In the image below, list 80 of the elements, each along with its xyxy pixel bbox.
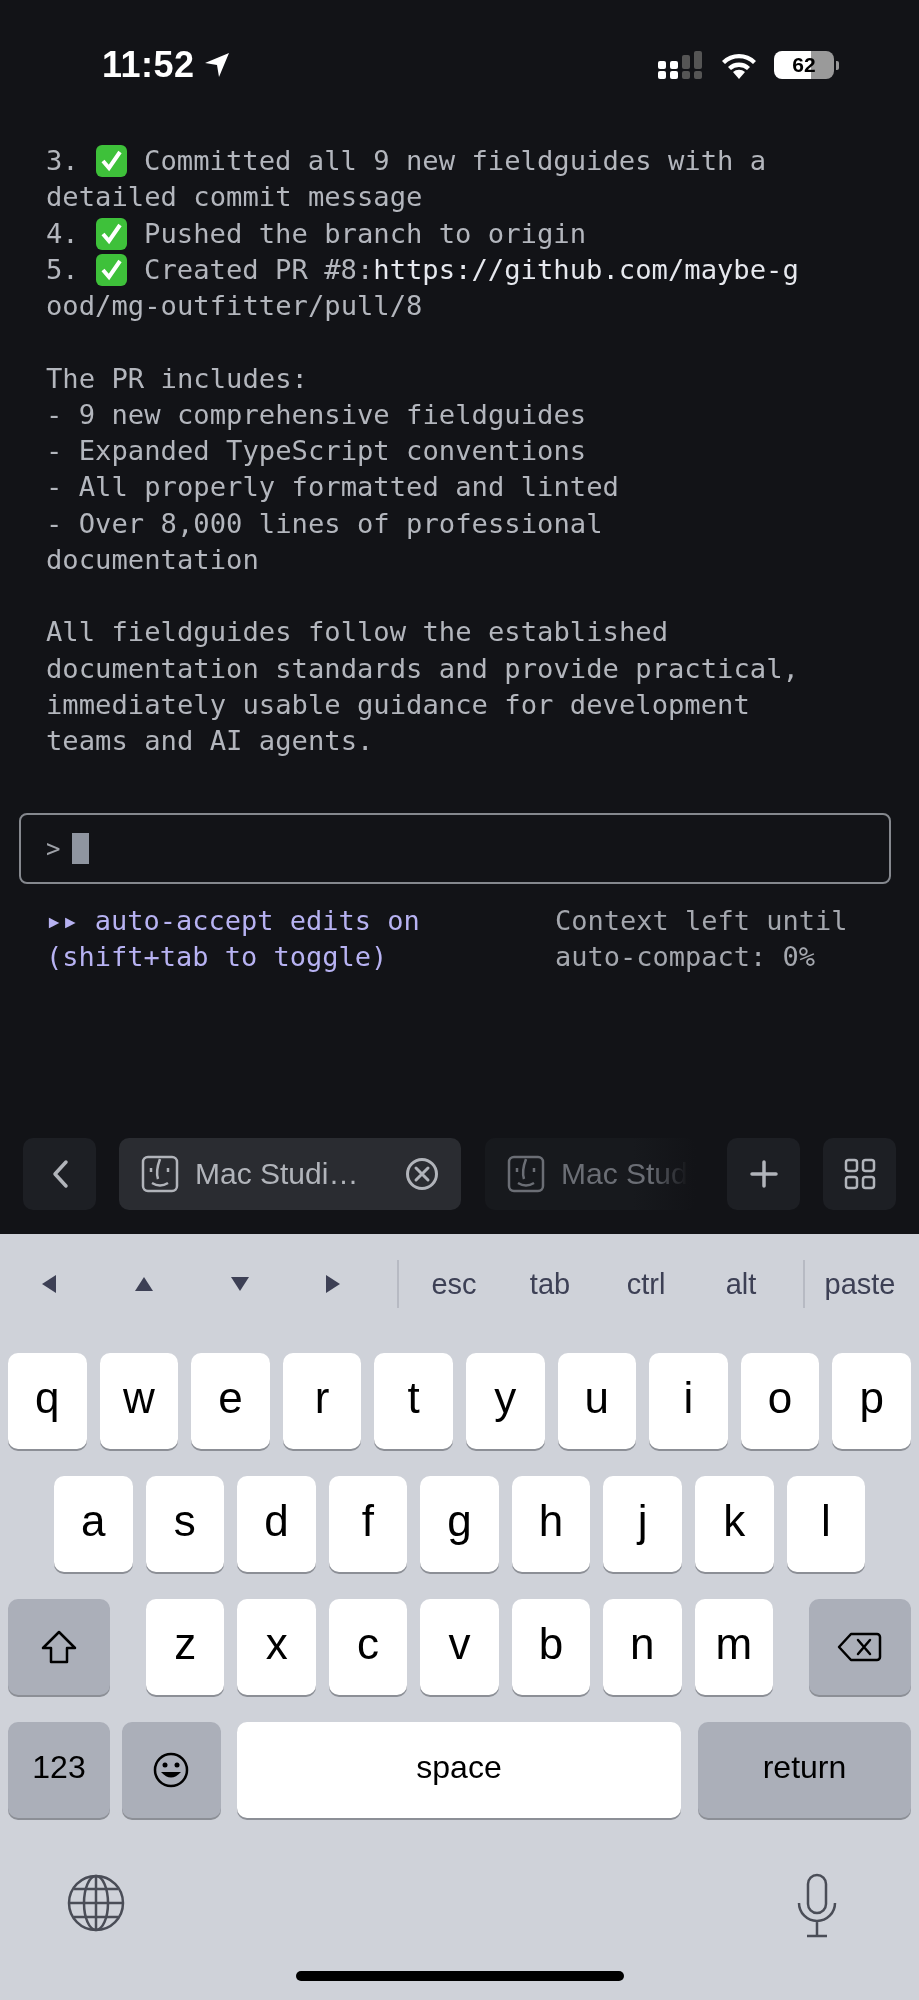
- letter-key[interactable]: m: [694, 1599, 773, 1695]
- output-text: - Over 8,000 lines of professional: [46, 506, 603, 541]
- output-text: immediately usable guidance for development: [46, 687, 750, 722]
- letter-key[interactable]: y: [465, 1353, 545, 1449]
- letter-key[interactable]: e: [191, 1353, 270, 1449]
- letter-key[interactable]: s: [145, 1476, 225, 1572]
- emoji-key[interactable]: [122, 1722, 221, 1818]
- output-text: Pushed the branch to origin: [144, 216, 587, 251]
- plus-icon: [749, 1160, 778, 1188]
- prompt-input[interactable]: >: [19, 813, 891, 885]
- output-text: The PR includes:: [46, 361, 308, 396]
- toolbar-key[interactable]: alt: [725, 1267, 757, 1301]
- clock-time: 11:52: [102, 44, 195, 86]
- face-tile-icon: [141, 1155, 179, 1193]
- shift-key[interactable]: [8, 1599, 110, 1695]
- letter-key[interactable]: j: [603, 1476, 682, 1572]
- return-key[interactable]: return: [698, 1722, 911, 1818]
- letter-key[interactable]: h: [511, 1476, 591, 1572]
- output-text: - All properly formatted and linted: [46, 470, 619, 505]
- letter-key[interactable]: d: [237, 1476, 316, 1572]
- letter-key[interactable]: n: [603, 1599, 682, 1695]
- wifi-icon: [720, 51, 758, 79]
- output-text: ood/mg-outfitter/pull/8: [46, 289, 423, 323]
- list-number: 5.: [46, 252, 80, 287]
- grid-icon: [843, 1158, 876, 1190]
- output-text: All fieldguides follow the established: [46, 615, 668, 650]
- battery-level: 62: [774, 51, 834, 79]
- tab-grid-button[interactable]: [823, 1138, 896, 1210]
- letter-key[interactable]: c: [328, 1599, 408, 1695]
- mode-hint: (shift+tab to toggle): [46, 940, 389, 975]
- space-bar[interactable]: space: [237, 1722, 681, 1818]
- prompt-symbol: >: [46, 834, 61, 863]
- context-status: auto-compact: 0%: [555, 940, 817, 975]
- signal-icon: [658, 51, 704, 79]
- letter-key[interactable]: f: [328, 1476, 408, 1572]
- close-icon[interactable]: [405, 1157, 439, 1191]
- letter-key[interactable]: a: [54, 1476, 133, 1572]
- toolbar-key[interactable]: esc: [431, 1267, 477, 1301]
- text-cursor: [72, 833, 90, 865]
- letter-key[interactable]: g: [420, 1476, 499, 1572]
- output-text: detailed commit message: [46, 180, 423, 215]
- output-text: documentation: [46, 542, 259, 577]
- letter-key[interactable]: u: [557, 1353, 637, 1449]
- globe-icon[interactable]: [66, 1873, 126, 1933]
- delete-key[interactable]: [809, 1599, 911, 1695]
- letter-key[interactable]: q: [8, 1353, 87, 1449]
- output-text: documentation standards and provide practical,: [46, 651, 799, 686]
- output-text: - Expanded TypeScript conventions: [46, 434, 587, 468]
- microphone-icon[interactable]: [795, 1873, 839, 1939]
- context-status: Context left until: [555, 904, 848, 939]
- mode-hint: ▸▸ auto-accept edits on: [46, 904, 421, 939]
- output-text: Created PR #8:: [144, 252, 374, 287]
- toolbar-key[interactable]: paste: [824, 1267, 896, 1301]
- letter-key[interactable]: b: [511, 1599, 591, 1695]
- numbers-key[interactable]: 123: [8, 1722, 110, 1818]
- list-number: 3.: [46, 144, 80, 178]
- letter-key[interactable]: t: [374, 1353, 453, 1449]
- back-button[interactable]: [23, 1138, 96, 1210]
- letter-key[interactable]: i: [649, 1353, 728, 1449]
- output-text: Committed all 9 new fieldguides with a: [144, 144, 767, 178]
- pr-link[interactable]: https://github.com/maybe-g: [373, 251, 799, 288]
- letter-key[interactable]: r: [282, 1353, 362, 1449]
- letter-key[interactable]: w: [99, 1353, 179, 1449]
- letter-key[interactable]: k: [694, 1476, 774, 1572]
- output-text: - 9 new comprehensive fieldguides: [46, 397, 587, 432]
- face-tile-icon: [507, 1155, 545, 1193]
- letter-key[interactable]: z: [146, 1599, 225, 1695]
- terminal-tab[interactable]: Mac Studi…: [119, 1138, 461, 1210]
- list-number: 4.: [46, 216, 80, 251]
- toolbar-key[interactable]: tab: [529, 1267, 571, 1301]
- letter-key[interactable]: l: [786, 1476, 866, 1572]
- toolbar-key[interactable]: ctrl: [626, 1267, 666, 1301]
- new-tab-button[interactable]: [727, 1138, 800, 1210]
- letter-key[interactable]: p: [832, 1353, 911, 1449]
- letter-key[interactable]: x: [237, 1599, 316, 1695]
- chevron-left-icon: [50, 1159, 69, 1189]
- output-text: teams and AI agents.: [46, 724, 374, 758]
- shift-icon: [39, 1628, 79, 1666]
- letter-key[interactable]: v: [420, 1599, 499, 1695]
- letter-key[interactable]: o: [740, 1353, 820, 1449]
